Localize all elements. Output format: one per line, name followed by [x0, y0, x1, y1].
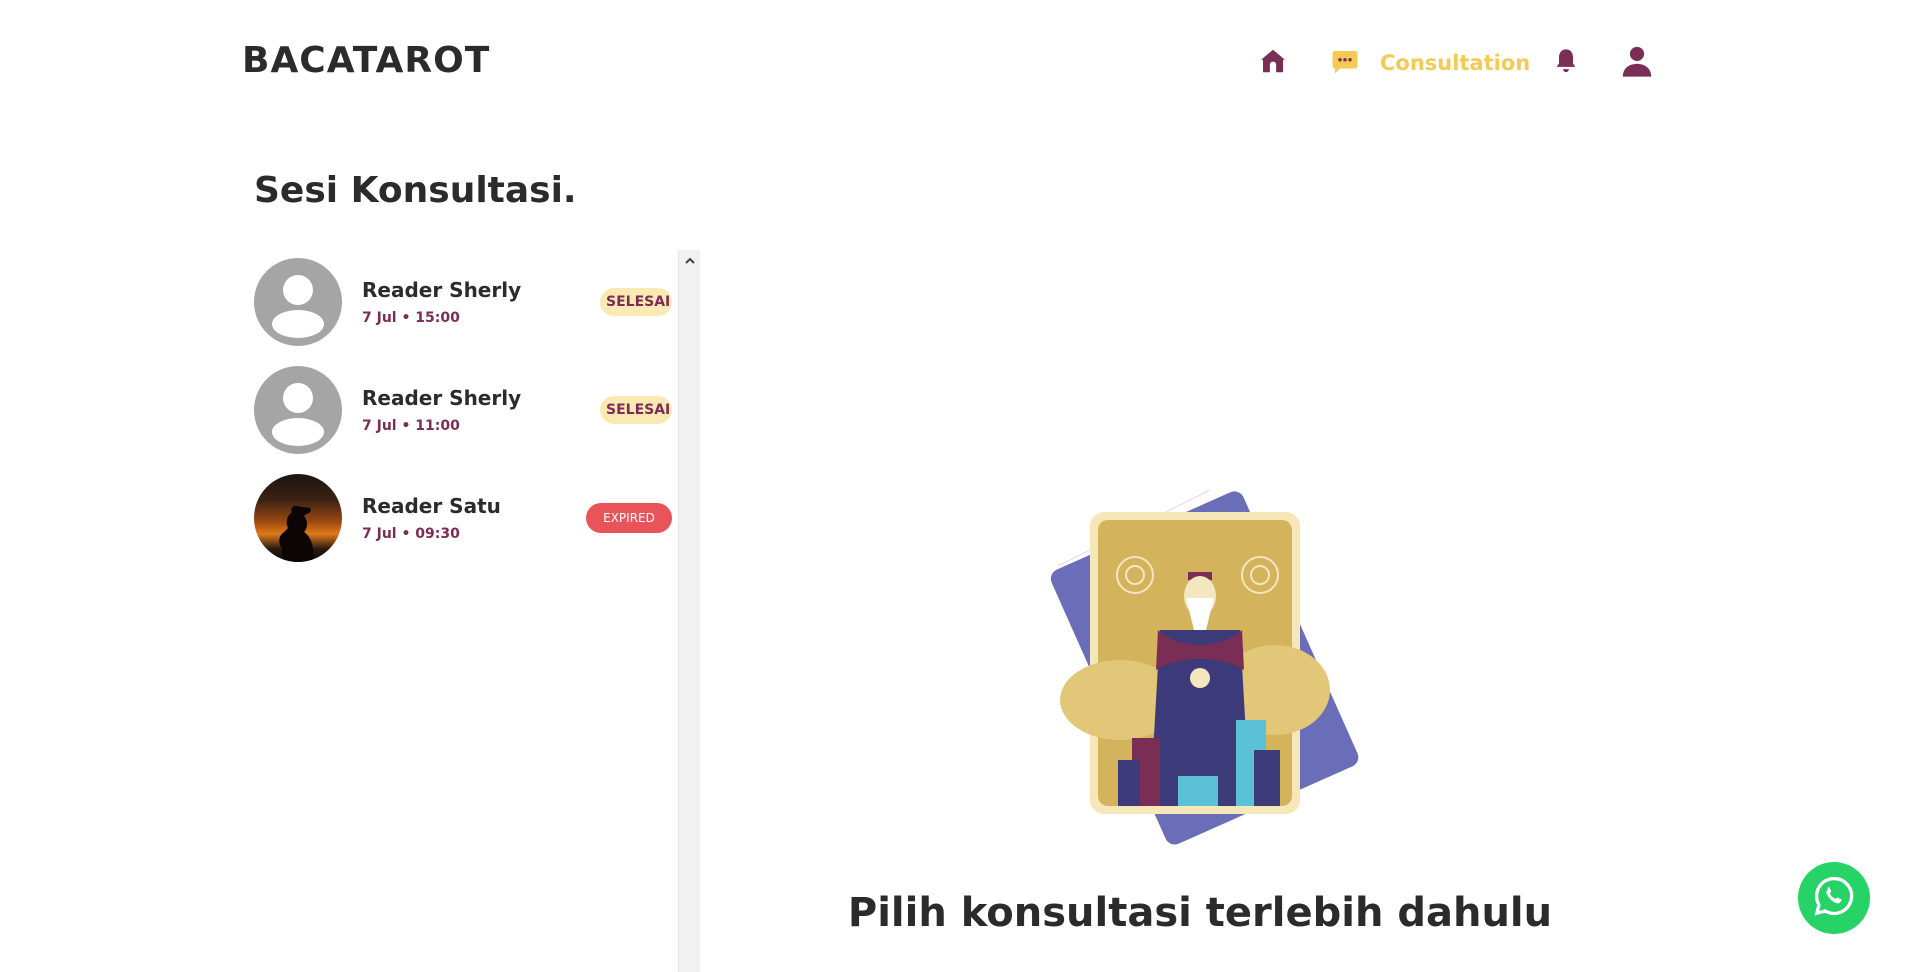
- session-time: 7 Jul • 11:00: [362, 418, 460, 434]
- nav-home[interactable]: [1258, 46, 1288, 80]
- session-item[interactable]: Reader Sherly 7 Jul • 15:00 SELESAI: [254, 248, 672, 356]
- session-item[interactable]: Reader Satu 7 Jul • 09:30 EXPIRED: [254, 464, 672, 572]
- nav-notifications[interactable]: [1552, 46, 1580, 80]
- chevron-up-icon[interactable]: [683, 254, 697, 268]
- reader-name: Reader Sherly: [362, 386, 522, 410]
- session-list: Reader Sherly 7 Jul • 15:00 SELESAI Read…: [254, 248, 672, 572]
- whatsapp-button[interactable]: [1798, 862, 1870, 934]
- session-list-scrollbar[interactable]: [678, 250, 700, 972]
- empty-state-message: Pilih konsultasi terlebih dahulu: [847, 890, 1553, 936]
- status-badge: SELESAI: [600, 288, 672, 316]
- session-info: Reader Sherly 7 Jul • 15:00: [362, 278, 521, 326]
- home-icon: [1258, 46, 1288, 80]
- session-time: 7 Jul • 09:30: [362, 526, 460, 542]
- status-badge: EXPIRED: [586, 503, 672, 533]
- top-header: BACATAROT Consultation: [0, 0, 1920, 130]
- nav-consultation-label: Consultation: [1380, 51, 1531, 75]
- avatar: [254, 474, 342, 562]
- default-avatar-icon: [272, 383, 324, 446]
- tarot-card-illustration: [1040, 480, 1360, 850]
- nav-profile[interactable]: [1620, 44, 1654, 82]
- user-icon: [1620, 44, 1654, 82]
- status-badge: SELESAI: [600, 396, 672, 424]
- avatar: [254, 366, 342, 454]
- default-avatar-icon: [272, 275, 324, 338]
- whatsapp-icon: [1812, 874, 1856, 922]
- chat-bubble-icon: [1330, 46, 1360, 80]
- bell-icon: [1552, 46, 1580, 80]
- session-info: Reader Satu 7 Jul • 09:30: [362, 494, 501, 542]
- page-title: Sesi Konsultasi.: [254, 170, 577, 211]
- session-item[interactable]: Reader Sherly 7 Jul • 11:00 SELESAI: [254, 356, 672, 464]
- nav-consultation[interactable]: Consultation: [1330, 46, 1530, 80]
- silhouette-photo: [279, 506, 314, 562]
- reader-name: Reader Satu: [362, 494, 501, 518]
- main-nav: Consultation: [0, 44, 1920, 84]
- session-time: 7 Jul • 15:00: [362, 310, 460, 326]
- reader-name: Reader Sherly: [362, 278, 522, 302]
- session-info: Reader Sherly 7 Jul • 11:00: [362, 386, 521, 434]
- avatar: [254, 258, 342, 346]
